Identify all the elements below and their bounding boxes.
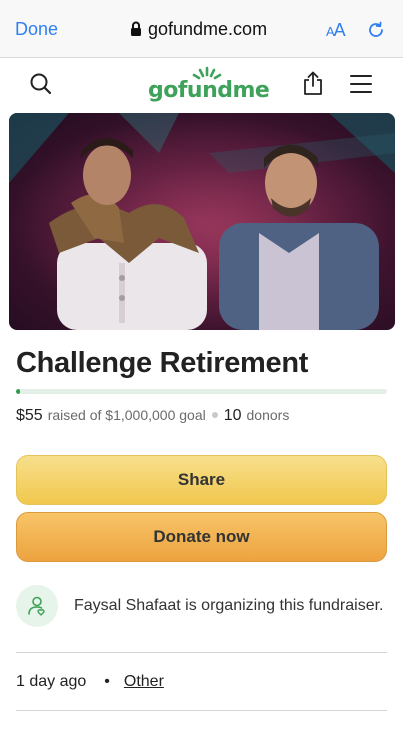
campaign-title: Challenge Retirement bbox=[16, 347, 309, 379]
reload-icon[interactable] bbox=[366, 20, 386, 40]
time-ago: 1 day ago bbox=[16, 673, 87, 690]
address-bar[interactable]: gofundme.com bbox=[130, 17, 267, 41]
done-button[interactable]: Done bbox=[15, 19, 58, 40]
browser-toolbar: Done gofundme.com AA bbox=[0, 0, 403, 58]
organizer-person-icon bbox=[28, 596, 45, 616]
donor-label: donors bbox=[246, 407, 290, 423]
category-link[interactable]: Other bbox=[124, 673, 164, 691]
share-icon[interactable] bbox=[301, 70, 325, 96]
text-size-button[interactable]: AA bbox=[326, 20, 346, 41]
separator-dot bbox=[211, 412, 218, 418]
campaign-photo-illustration bbox=[9, 113, 395, 330]
logo-text: gofundme bbox=[148, 78, 270, 103]
search-icon[interactable] bbox=[29, 72, 53, 96]
donation-progress-bar bbox=[16, 389, 387, 394]
campaign-stats: $55 raised of $1,000,000 goal 10 donors bbox=[16, 407, 289, 425]
organizer-avatar bbox=[16, 585, 58, 627]
campaign-meta: 1 day ago • Other bbox=[16, 673, 164, 691]
lock-icon bbox=[131, 21, 141, 36]
organizer-row: Faysal Shafaat is organizing this fundra… bbox=[16, 585, 396, 627]
divider bbox=[16, 710, 387, 711]
campaign-image[interactable] bbox=[9, 113, 395, 330]
url-text: gofundme.com bbox=[148, 18, 268, 39]
text-size-small-label: A bbox=[326, 24, 335, 39]
text-size-large-label: A bbox=[333, 20, 346, 40]
donate-now-button[interactable]: Donate now bbox=[16, 512, 387, 562]
raised-goal-text: raised of $1,000,000 goal bbox=[47, 407, 206, 423]
menu-icon[interactable] bbox=[350, 75, 372, 99]
divider bbox=[16, 652, 387, 653]
meta-bullet: • bbox=[104, 673, 110, 690]
share-button[interactable]: Share bbox=[16, 455, 387, 505]
site-header: gofundme bbox=[0, 58, 403, 110]
organizer-text: Faysal Shafaat is organizing this fundra… bbox=[74, 597, 384, 614]
gofundme-logo[interactable]: gofundme bbox=[148, 66, 270, 106]
donor-count: 10 bbox=[223, 407, 242, 424]
raised-amount: $55 bbox=[16, 407, 43, 424]
donation-progress-fill bbox=[16, 389, 20, 394]
